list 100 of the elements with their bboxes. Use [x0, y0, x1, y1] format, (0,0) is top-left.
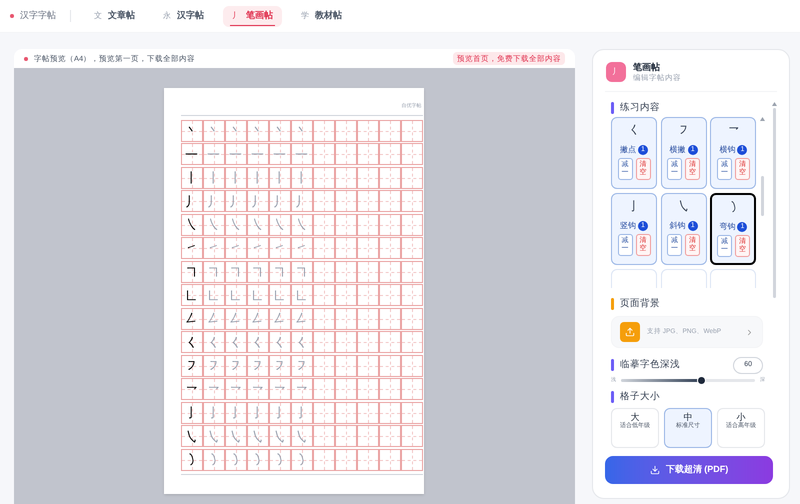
- stroke-glyph: 丿: [251, 194, 264, 208]
- nav-tab[interactable]: 丿 笔画帖: [223, 6, 282, 26]
- stroke-glyph: ㇇: [273, 359, 286, 372]
- brand-name: 汉字字帖: [20, 9, 56, 22]
- stroke-glyph: ㇂: [678, 200, 690, 212]
- stroke-glyph: ㇗: [251, 288, 264, 302]
- stroke-glyph: ㇚: [229, 406, 242, 419]
- stroke-glyph: 丶: [229, 124, 242, 137]
- stroke-glyph: 丨: [185, 171, 198, 184]
- stroke-glyph: ㇖: [185, 382, 198, 396]
- stroke-glyph: ㇚: [251, 406, 264, 419]
- stroke-glyph: 一: [185, 148, 198, 160]
- stroke-glyph: ㇚: [207, 406, 220, 419]
- stroke-glyph: ㇗: [185, 288, 198, 302]
- stroke-glyph: 丨: [273, 171, 286, 184]
- stroke-glyph: ㇖: [273, 382, 286, 396]
- stroke-glyph: ㇁: [207, 453, 220, 466]
- stroke-glyph: 一: [273, 148, 286, 160]
- stroke-glyph: ㇜: [295, 312, 308, 325]
- stroke-glyph: ㇀: [207, 242, 220, 254]
- stroke-glyph: ㇂: [273, 430, 286, 442]
- stroke-glyph: ㇏: [295, 218, 308, 231]
- tab-icon: 文: [94, 10, 102, 22]
- nav-tab[interactable]: 永 汉字帖: [154, 6, 213, 26]
- section-title: 临摹字色深浅: [620, 359, 680, 372]
- stroke-name: 横撇: [670, 146, 686, 154]
- stroke-glyph: 丶: [295, 124, 308, 137]
- upload-icon: [620, 322, 640, 342]
- stroke-glyph: ㇜: [185, 312, 198, 325]
- stroke-glyph: 丿: [229, 194, 242, 208]
- stroke-glyph: ㇗: [295, 288, 308, 302]
- stroke-glyph: ㇖: [207, 382, 220, 396]
- stroke-glyph: ㇜: [273, 312, 286, 325]
- stroke-glyph: ㇂: [185, 430, 198, 442]
- stroke-glyph: ㇖: [229, 382, 242, 396]
- editor-title: 笔画帖: [633, 62, 661, 74]
- tab-icon: 学: [301, 10, 309, 22]
- scroll-up-icon[interactable]: [760, 116, 765, 121]
- stroke-name: 横钩: [719, 146, 736, 154]
- nav-tab[interactable]: 文 文章帖: [85, 6, 144, 26]
- stroke-glyph: ㇇: [207, 359, 220, 372]
- tab-icon: 丿: [232, 10, 240, 22]
- section-title: 格子大小: [620, 391, 660, 403]
- shade-slider[interactable]: [621, 378, 755, 382]
- stroke-glyph: 丶: [251, 124, 264, 137]
- stroke-glyph: ㇚: [628, 200, 640, 212]
- chevron-icon: [745, 328, 754, 337]
- stroke-glyph: 丿: [207, 194, 220, 208]
- stroke-glyph: ㇛: [207, 336, 220, 348]
- stroke-glyph: 丿: [295, 194, 308, 208]
- stroke-glyph: ㇕: [185, 265, 198, 278]
- section-title: 练习内容: [620, 102, 660, 114]
- stroke-glyph: 一: [251, 148, 264, 160]
- stroke-glyph: ㇕: [251, 265, 264, 278]
- stroke-glyph: ㇕: [273, 265, 286, 278]
- stroke-glyph: ㇜: [207, 312, 220, 325]
- stroke-glyph: ㇛: [628, 124, 640, 136]
- stroke-glyph: 丶: [185, 124, 198, 137]
- stroke-glyph: ㇛: [185, 336, 198, 348]
- stroke-glyph: ㇏: [185, 218, 198, 231]
- section-title: 页面背景: [620, 298, 660, 310]
- stroke-glyph: ㇀: [251, 242, 264, 254]
- stroke-glyph: ㇜: [251, 312, 264, 325]
- stroke-glyph: ㇂: [229, 430, 242, 442]
- scroll-up-icon[interactable]: [772, 102, 776, 106]
- stroke-glyph: ㇁: [229, 453, 242, 466]
- stroke-glyph: 丶: [273, 124, 286, 137]
- stroke-glyph: 一: [207, 148, 220, 160]
- stroke-glyph: ㇏: [273, 218, 286, 231]
- stroke-glyph: 丨: [229, 171, 242, 184]
- stroke-glyph: ㇛: [229, 336, 242, 348]
- stroke-glyph: ㇇: [251, 359, 264, 372]
- stroke-glyph: ㇁: [251, 453, 264, 466]
- stroke-glyph: 丨: [251, 171, 264, 184]
- stroke-glyph: ㇁: [185, 453, 198, 466]
- tab-icon: 永: [163, 10, 171, 22]
- stroke-glyph: 丿: [185, 194, 198, 208]
- download-icon: [650, 465, 660, 475]
- stroke-glyph: ㇚: [185, 406, 198, 419]
- stroke-glyph: ㇀: [295, 242, 308, 254]
- stroke-glyph: ㇗: [273, 288, 286, 302]
- stroke-glyph: ㇖: [727, 124, 740, 136]
- stroke-glyph: ㇇: [295, 359, 308, 372]
- stroke-glyph: ㇀: [185, 242, 198, 254]
- stroke-name: 撇点: [620, 146, 636, 154]
- stroke-glyph: 一: [295, 148, 308, 160]
- stroke-glyph: ㇂: [251, 430, 264, 442]
- stroke-name: 弯钩: [719, 222, 736, 231]
- stroke-glyph: ㇂: [295, 430, 308, 442]
- nav-tab[interactable]: 学 教材帖: [292, 6, 351, 26]
- stroke-glyph: ㇚: [295, 406, 308, 419]
- stroke-name: 斜钩: [670, 222, 686, 230]
- editor-logo-icon: 丿: [606, 62, 626, 82]
- stroke-glyph: ㇖: [251, 382, 264, 396]
- stroke-glyph: ㇗: [207, 288, 220, 302]
- stroke-glyph: ㇕: [295, 265, 308, 278]
- stroke-glyph: ㇏: [207, 218, 220, 231]
- download-button[interactable]: 下载超清 (PDF): [605, 456, 773, 484]
- stroke-glyph: ㇏: [229, 218, 242, 231]
- stroke-glyph: ㇇: [185, 359, 198, 372]
